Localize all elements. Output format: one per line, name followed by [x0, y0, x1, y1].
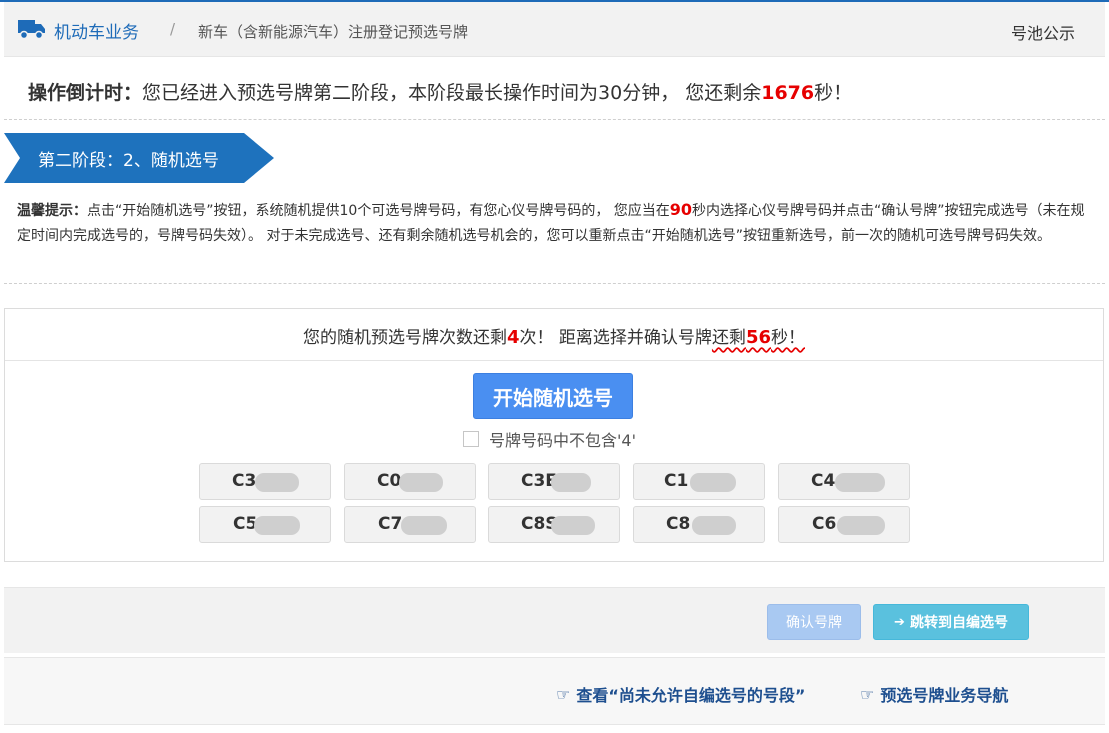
plate-pool-link[interactable]: 号池公示	[1011, 20, 1075, 44]
truck-icon	[18, 20, 45, 40]
blurred-plate-digits	[401, 516, 447, 535]
countdown-label: 操作倒计时：	[28, 82, 143, 104]
remaining-seconds: 56	[745, 327, 771, 348]
countdown-seconds: 1676	[761, 82, 815, 104]
view-restricted-segments-label: 查看“尚未允许自编选号的号段”	[576, 686, 806, 705]
plate-number: C8	[666, 514, 691, 534]
hand-pointer-icon: ☞	[860, 684, 875, 704]
plate-option[interactable]: C4	[778, 463, 910, 500]
exclude-four-option[interactable]: 号牌号码中不包含'4'	[463, 428, 636, 450]
blurred-plate-digits	[551, 516, 595, 535]
tips-text: 点击“开始随机选号”按钮，系统随机提供10个可选号牌号码，有您心仪号牌号码的， …	[87, 203, 670, 219]
plate-option[interactable]: C1	[633, 463, 765, 500]
plate-option[interactable]: C8S	[488, 506, 620, 543]
plate-option[interactable]: C0	[344, 463, 476, 500]
breadcrumb: 机动车业务 / 新车（含新能源汽车）注册登记预选号牌 号池公示	[4, 2, 1105, 57]
plate-number: C0	[377, 471, 402, 491]
business-navigation-link[interactable]: ☞ 预选号牌业务导航	[860, 682, 1008, 706]
breadcrumb-separator: /	[170, 20, 176, 38]
breadcrumb-module-link[interactable]: 机动车业务	[54, 18, 139, 43]
plate-option[interactable]: C6	[778, 506, 910, 543]
plate-option[interactable]: C8	[633, 506, 765, 543]
divider	[4, 283, 1105, 284]
blurred-plate-digits	[254, 516, 300, 535]
stage-label: 第二阶段：2、随机选号	[38, 151, 219, 171]
blurred-plate-digits	[255, 473, 299, 492]
business-navigation-label: 预选号牌业务导航	[880, 686, 1009, 705]
divider	[4, 119, 1105, 120]
start-random-selection-button[interactable]: 开始随机选号	[473, 373, 633, 419]
tips-label: 温馨提示：	[17, 203, 87, 219]
blurred-plate-digits	[551, 473, 591, 492]
exclude-four-label[interactable]: 号牌号码中不包含'4'	[489, 427, 636, 451]
goto-custom-selection-label: 跳转到自编选号	[909, 615, 1008, 631]
remaining-count: 4	[507, 327, 520, 348]
countdown-text: 您已经进入预选号牌第二阶段，本阶段最长操作时间为30分钟， 您还剩余	[142, 82, 762, 104]
plate-option[interactable]: C7	[344, 506, 476, 543]
goto-custom-selection-button[interactable]: ➔ 跳转到自编选号	[873, 604, 1029, 640]
confirm-plate-button[interactable]: 确认号牌	[767, 604, 861, 640]
blurred-plate-digits	[837, 516, 885, 535]
blurred-plate-digits	[399, 473, 443, 492]
remaining-text: 您的随机预选号牌次数还剩4次！ 距离选择并确认号牌还剩56秒！	[5, 323, 1103, 348]
remaining-mid: 次！ 距离选择并确认号牌	[519, 328, 712, 348]
view-restricted-segments-link[interactable]: ☞ 查看“尚未允许自编选号的号段”	[556, 682, 805, 706]
countdown-suffix: 秒！	[814, 82, 853, 104]
plate-number: C7	[378, 514, 403, 534]
plate-option[interactable]: C5	[199, 506, 331, 543]
remaining-time: 还剩56秒！	[711, 327, 805, 348]
remaining-suffix: 秒！	[771, 328, 805, 348]
plate-number: C4	[811, 471, 836, 491]
action-bar: 确认号牌 ➔ 跳转到自编选号	[4, 587, 1105, 653]
plate-number: C1	[664, 471, 689, 491]
blurred-plate-digits	[690, 473, 736, 492]
remaining-underlined-text: 还剩	[711, 328, 746, 348]
plate-number: C3	[232, 471, 257, 491]
plate-number: C6	[812, 514, 837, 534]
hand-pointer-icon: ☞	[556, 684, 571, 704]
blurred-plate-digits	[835, 473, 885, 492]
tips-notice: 温馨提示：点击“开始随机选号”按钮，系统随机提供10个可选号牌号码，有您心仪号牌…	[17, 197, 1092, 249]
random-selection-panel: 您的随机预选号牌次数还剩4次！ 距离选择并确认号牌还剩56秒！ 开始随机选号 号…	[4, 308, 1104, 562]
remaining-info: 您的随机预选号牌次数还剩4次！ 距离选择并确认号牌还剩56秒！	[5, 309, 1103, 361]
exclude-four-checkbox[interactable]	[463, 431, 479, 447]
plate-option[interactable]: C3E	[488, 463, 620, 500]
plate-option[interactable]: C3	[199, 463, 331, 500]
plate-grid: C3 C0 C3E C1 C4 C5 C7 C8S C8 C6	[199, 463, 911, 545]
arrow-right-icon: ➔	[894, 614, 905, 630]
blurred-plate-digits	[692, 516, 736, 535]
breadcrumb-current-page: 新车（含新能源汽车）注册登记预选号牌	[198, 23, 469, 41]
countdown-banner: 操作倒计时：您已经进入预选号牌第二阶段，本阶段最长操作时间为30分钟， 您还剩余…	[28, 78, 852, 105]
tips-seconds: 90	[669, 200, 693, 219]
remaining-prefix: 您的随机预选号牌次数还剩	[303, 328, 507, 348]
links-bar: ☞ 查看“尚未允许自编选号的号段” ☞ 预选号牌业务导航	[4, 657, 1105, 725]
